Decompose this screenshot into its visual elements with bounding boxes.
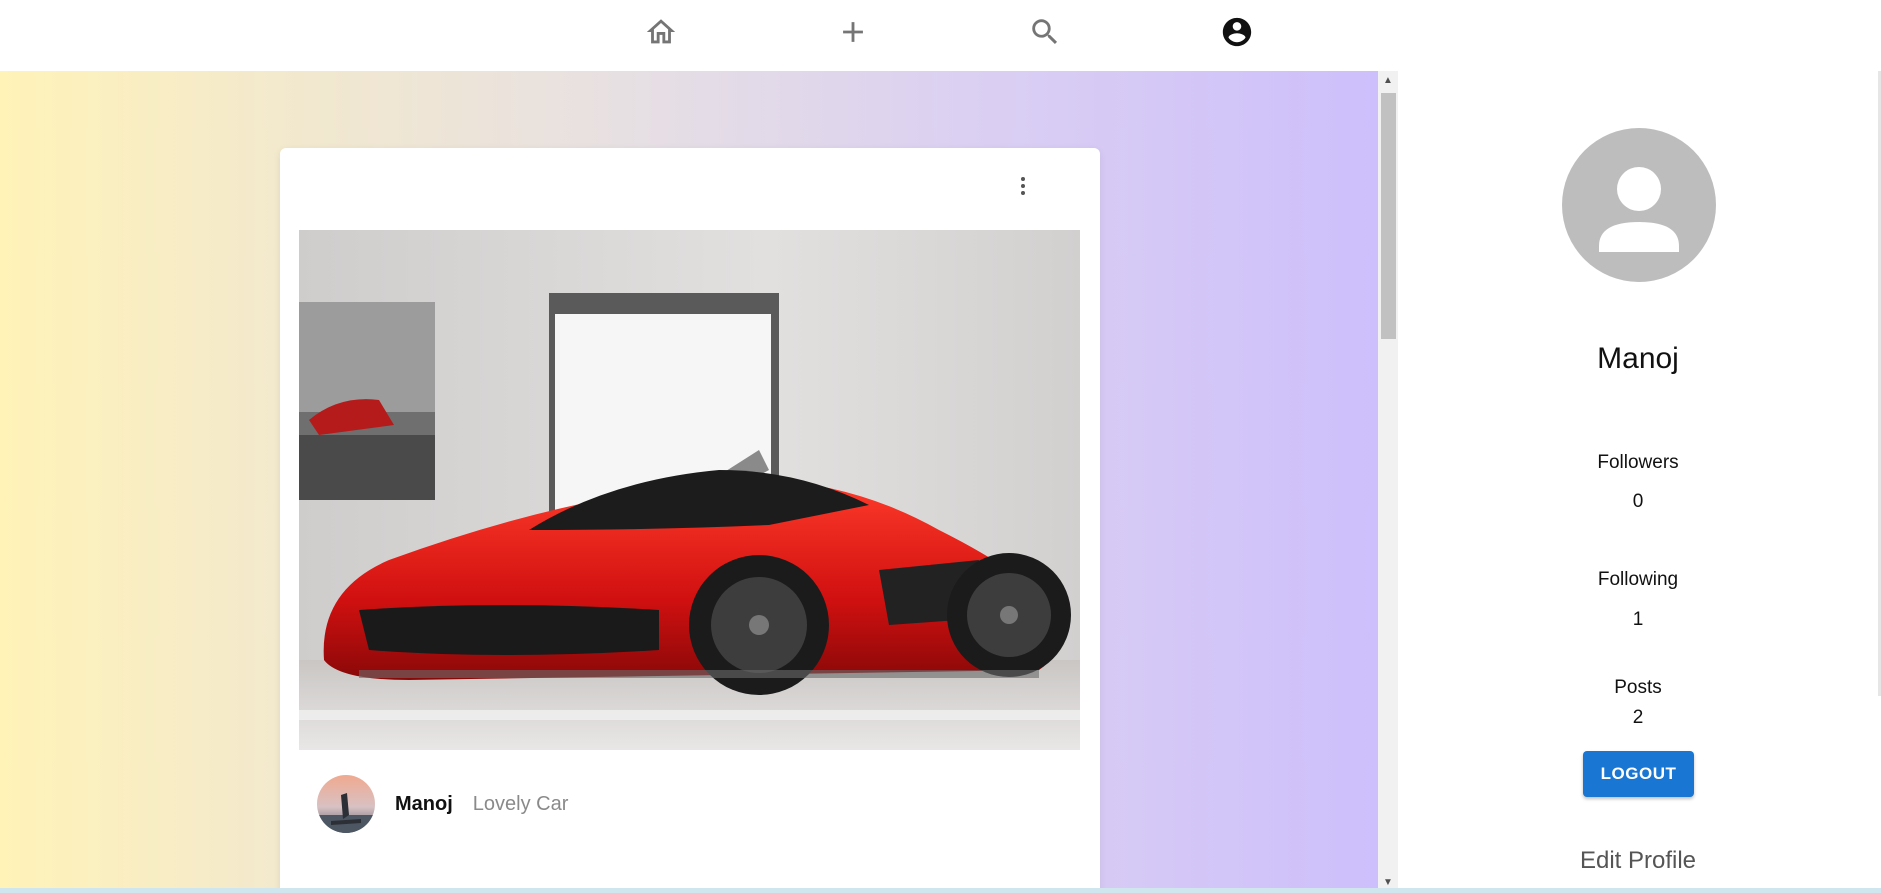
posts-count: 2 [1632,707,1644,728]
posts-label: Posts [1614,677,1662,698]
more-vert-icon [1021,177,1025,195]
search-icon [1032,19,1058,45]
plus-icon [843,22,863,42]
post-username[interactable]: Manoj [395,793,453,816]
profile-panel: Manoj Followers 0 Following 1 Posts 2 LO… [1398,71,1881,893]
bottom-edge-strip [0,888,1881,893]
account-circle-icon [1222,17,1252,47]
edit-profile-link[interactable]: Edit Profile [1398,847,1878,875]
post-footer: Manoj Lovely Car [317,774,568,834]
avatar-photo-icon [317,775,375,833]
post-image[interactable] [299,230,1080,750]
following-count: 1 [1632,609,1644,630]
home-icon [646,19,676,44]
post-caption: Lovely Car [472,792,569,815]
red-sports-car-photo [299,230,1080,750]
post-menu-button[interactable] [1005,168,1041,204]
nav-search-button[interactable] [1025,12,1065,52]
nav-home-button[interactable] [641,12,681,52]
top-nav [0,0,1881,71]
feed-scrollbar[interactable]: ▲ ▼ [1378,71,1398,893]
person-icon [1599,167,1679,252]
profile-content: Manoj Followers 0 Following 1 Posts 2 LO… [1398,71,1878,893]
post-card: Manoj Lovely Car [280,148,1100,893]
scroll-up-arrow-icon[interactable]: ▲ [1378,73,1398,89]
following-label[interactable]: Following [1398,569,1878,591]
scroll-thumb[interactable] [1381,93,1396,339]
profile-name: Manoj [1597,342,1679,375]
nav-profile-button[interactable] [1217,12,1257,52]
profile-avatar[interactable] [1562,128,1716,282]
logout-button[interactable]: LOGOUT [1583,751,1694,797]
nav-add-button[interactable] [833,12,873,52]
followers-count: 0 [1632,491,1644,512]
followers-label[interactable]: Followers [1398,452,1878,474]
post-author-avatar[interactable] [317,775,375,833]
feed-area: Manoj Lovely Car [0,71,1378,893]
